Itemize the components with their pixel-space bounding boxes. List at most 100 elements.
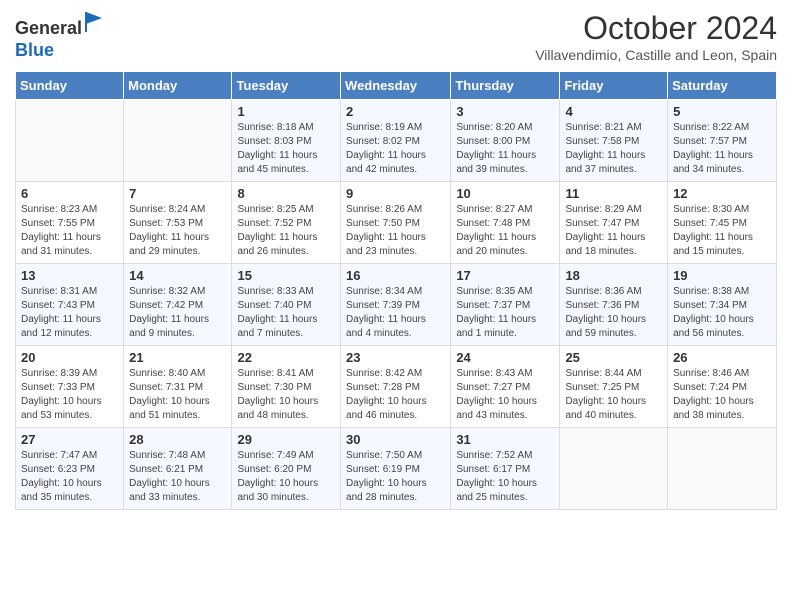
day-number: 14 <box>129 268 226 283</box>
day-number: 4 <box>565 104 662 119</box>
day-info: Sunrise: 7:48 AM Sunset: 6:21 PM Dayligh… <box>129 449 226 505</box>
day-number: 1 <box>237 104 335 119</box>
table-row <box>560 428 668 510</box>
table-row: 3Sunrise: 8:20 AM Sunset: 8:00 PM Daylig… <box>451 100 560 182</box>
day-number: 19 <box>673 268 771 283</box>
day-number: 26 <box>673 350 771 365</box>
logo: General Blue <box>15 10 104 61</box>
calendar-table: Sunday Monday Tuesday Wednesday Thursday… <box>15 71 777 510</box>
col-monday: Monday <box>124 72 232 100</box>
calendar-week-row: 13 Sunrise: 8:31 AM Sunset: 7:43 PM Dayli… <box>16 264 777 346</box>
table-row: 7Sunrise: 8:24 AM Sunset: 7:53 PM Daylig… <box>124 182 232 264</box>
table-row: 13 Sunrise: 8:31 AM Sunset: 7:43 PM Dayli… <box>16 264 124 346</box>
day-info: Sunrise: 8:22 AM Sunset: 7:57 PM Dayligh… <box>673 121 771 177</box>
table-row: 28 Sunrise: 7:48 AM Sunset: 6:21 PM Dayli… <box>124 428 232 510</box>
day-info: Sunrise: 8:44 AM Sunset: 7:25 PM Dayligh… <box>565 367 662 423</box>
col-tuesday: Tuesday <box>232 72 341 100</box>
day-number: 23 <box>346 350 445 365</box>
day-number: 10 <box>456 186 554 201</box>
day-number: 31 <box>456 432 554 447</box>
day-number: 27 <box>21 432 118 447</box>
table-row: 26 Sunrise: 8:46 AM Sunset: 7:24 PM Dayli… <box>668 346 777 428</box>
day-info: Sunrise: 8:41 AM Sunset: 7:30 PM Dayligh… <box>237 367 335 423</box>
month-title: October 2024 <box>535 10 777 47</box>
day-info: Sunrise: 8:46 AM Sunset: 7:24 PM Dayligh… <box>673 367 771 423</box>
table-row: 21Sunrise: 8:40 AM Sunset: 7:31 PM Dayli… <box>124 346 232 428</box>
table-row: 6Sunrise: 8:23 AM Sunset: 7:55 PM Daylig… <box>16 182 124 264</box>
calendar-week-row: 1 Sunrise: 8:18 AM Sunset: 8:03 PM Daylig… <box>16 100 777 182</box>
day-info: Sunrise: 8:38 AM Sunset: 7:34 PM Dayligh… <box>673 285 771 341</box>
day-number: 9 <box>346 186 445 201</box>
day-number: 28 <box>129 432 226 447</box>
day-info: Sunrise: 7:50 AM Sunset: 6:19 PM Dayligh… <box>346 449 445 505</box>
day-info: Sunrise: 7:52 AM Sunset: 6:17 PM Dayligh… <box>456 449 554 505</box>
table-row <box>16 100 124 182</box>
table-row: 11Sunrise: 8:29 AM Sunset: 7:47 PM Dayli… <box>560 182 668 264</box>
calendar-week-row: 27 Sunrise: 7:47 AM Sunset: 6:23 PM Dayli… <box>16 428 777 510</box>
table-row: 5 Sunrise: 8:22 AM Sunset: 7:57 PM Daylig… <box>668 100 777 182</box>
col-wednesday: Wednesday <box>341 72 451 100</box>
table-row: 15Sunrise: 8:33 AM Sunset: 7:40 PM Dayli… <box>232 264 341 346</box>
day-info: Sunrise: 8:26 AM Sunset: 7:50 PM Dayligh… <box>346 203 445 259</box>
day-info: Sunrise: 8:30 AM Sunset: 7:45 PM Dayligh… <box>673 203 771 259</box>
calendar-week-row: 6Sunrise: 8:23 AM Sunset: 7:55 PM Daylig… <box>16 182 777 264</box>
table-row: 17 Sunrise: 8:35 AM Sunset: 7:37 PM Dayli… <box>451 264 560 346</box>
day-info: Sunrise: 8:42 AM Sunset: 7:28 PM Dayligh… <box>346 367 445 423</box>
day-info: Sunrise: 8:20 AM Sunset: 8:00 PM Dayligh… <box>456 121 554 177</box>
day-number: 29 <box>237 432 335 447</box>
day-number: 13 <box>21 268 118 283</box>
day-info: Sunrise: 8:25 AM Sunset: 7:52 PM Dayligh… <box>237 203 335 259</box>
day-info: Sunrise: 8:35 AM Sunset: 7:37 PM Dayligh… <box>456 285 554 341</box>
day-info: Sunrise: 8:21 AM Sunset: 7:58 PM Dayligh… <box>565 121 662 177</box>
day-number: 16 <box>346 268 445 283</box>
table-row <box>668 428 777 510</box>
calendar-header-row: Sunday Monday Tuesday Wednesday Thursday… <box>16 72 777 100</box>
table-row: 8 Sunrise: 8:25 AM Sunset: 7:52 PM Daylig… <box>232 182 341 264</box>
day-number: 17 <box>456 268 554 283</box>
logo-flag-icon <box>84 10 104 34</box>
table-row: 22 Sunrise: 8:41 AM Sunset: 7:30 PM Dayli… <box>232 346 341 428</box>
day-number: 8 <box>237 186 335 201</box>
location-subtitle: Villavendimio, Castille and Leon, Spain <box>535 47 777 63</box>
day-info: Sunrise: 8:18 AM Sunset: 8:03 PM Dayligh… <box>237 121 335 177</box>
table-row <box>124 100 232 182</box>
day-info: Sunrise: 7:47 AM Sunset: 6:23 PM Dayligh… <box>21 449 118 505</box>
table-row: 31 Sunrise: 7:52 AM Sunset: 6:17 PM Dayli… <box>451 428 560 510</box>
table-row: 27 Sunrise: 7:47 AM Sunset: 6:23 PM Dayli… <box>16 428 124 510</box>
table-row: 24Sunrise: 8:43 AM Sunset: 7:27 PM Dayli… <box>451 346 560 428</box>
logo-general-text: General <box>15 18 82 38</box>
col-friday: Friday <box>560 72 668 100</box>
table-row: 4 Sunrise: 8:21 AM Sunset: 7:58 PM Daylig… <box>560 100 668 182</box>
day-number: 5 <box>673 104 771 119</box>
table-row: 30 Sunrise: 7:50 AM Sunset: 6:19 PM Dayli… <box>341 428 451 510</box>
calendar-week-row: 20 Sunrise: 8:39 AM Sunset: 7:33 PM Dayli… <box>16 346 777 428</box>
day-number: 2 <box>346 104 445 119</box>
title-block: October 2024 Villavendimio, Castille and… <box>535 10 777 63</box>
table-row: 25 Sunrise: 8:44 AM Sunset: 7:25 PM Dayli… <box>560 346 668 428</box>
day-number: 25 <box>565 350 662 365</box>
day-number: 30 <box>346 432 445 447</box>
table-row: 23 Sunrise: 8:42 AM Sunset: 7:28 PM Dayli… <box>341 346 451 428</box>
day-info: Sunrise: 8:27 AM Sunset: 7:48 PM Dayligh… <box>456 203 554 259</box>
table-row: 9 Sunrise: 8:26 AM Sunset: 7:50 PM Daylig… <box>341 182 451 264</box>
day-info: Sunrise: 8:19 AM Sunset: 8:02 PM Dayligh… <box>346 121 445 177</box>
table-row: 16 Sunrise: 8:34 AM Sunset: 7:39 PM Dayli… <box>341 264 451 346</box>
table-row: 20 Sunrise: 8:39 AM Sunset: 7:33 PM Dayli… <box>16 346 124 428</box>
day-number: 11 <box>565 186 662 201</box>
col-thursday: Thursday <box>451 72 560 100</box>
logo-blue-text: Blue <box>15 40 54 60</box>
table-row: 1 Sunrise: 8:18 AM Sunset: 8:03 PM Daylig… <box>232 100 341 182</box>
day-info: Sunrise: 8:39 AM Sunset: 7:33 PM Dayligh… <box>21 367 118 423</box>
day-number: 20 <box>21 350 118 365</box>
table-row: 14Sunrise: 8:32 AM Sunset: 7:42 PM Dayli… <box>124 264 232 346</box>
table-row: 29 Sunrise: 7:49 AM Sunset: 6:20 PM Dayli… <box>232 428 341 510</box>
page: General Blue October 2024 Villavendimio,… <box>0 0 792 525</box>
day-info: Sunrise: 8:24 AM Sunset: 7:53 PM Dayligh… <box>129 203 226 259</box>
day-number: 22 <box>237 350 335 365</box>
col-saturday: Saturday <box>668 72 777 100</box>
day-info: Sunrise: 8:34 AM Sunset: 7:39 PM Dayligh… <box>346 285 445 341</box>
day-number: 24 <box>456 350 554 365</box>
day-info: Sunrise: 8:23 AM Sunset: 7:55 PM Dayligh… <box>21 203 118 259</box>
day-info: Sunrise: 7:49 AM Sunset: 6:20 PM Dayligh… <box>237 449 335 505</box>
day-info: Sunrise: 8:31 AM Sunset: 7:43 PM Dayligh… <box>21 285 118 341</box>
